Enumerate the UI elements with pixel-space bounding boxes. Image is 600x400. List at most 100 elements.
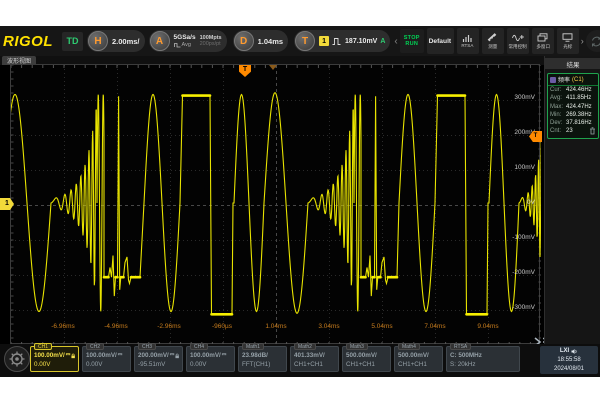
trigger-level-value: 187.10mV bbox=[345, 38, 377, 45]
math2-expr: CH1+CH1 bbox=[294, 361, 335, 368]
volt-label: 300mV bbox=[501, 94, 535, 101]
measurement-row: Min:269.38Hz bbox=[548, 111, 598, 119]
measurement-row: Cur:424.46Hz bbox=[548, 86, 598, 94]
math1-expr: FFT(CH1) bbox=[242, 361, 283, 368]
multi-window-button[interactable]: 多窗口 bbox=[532, 28, 554, 54]
time-label: 1.04ms bbox=[256, 323, 296, 330]
time-label: 5.04ms bbox=[362, 323, 402, 330]
common-controls-button[interactable]: 常用控制 bbox=[507, 28, 529, 54]
volt-label: -100mV bbox=[501, 234, 535, 241]
acquire-knob[interactable]: A bbox=[150, 31, 170, 51]
waveform-plot[interactable]: -6.96ms -4.96ms -2.96ms -960µs 1.04ms 3.… bbox=[10, 64, 540, 344]
circular-arrows-icon bbox=[590, 35, 600, 48]
oscilloscope-screen: RIGOL TD H 2.00ms/ A 5GSa/s Avg 100Mpts … bbox=[0, 26, 600, 377]
trigger-sweep-mode: A bbox=[380, 38, 385, 45]
delay-value: 1.04ms bbox=[258, 37, 283, 46]
center-delay-marker bbox=[269, 65, 277, 70]
math-box-math4[interactable]: Math4 500.00mV/ CH1+CH1 bbox=[394, 346, 443, 372]
mode-badge[interactable]: TD bbox=[62, 32, 83, 51]
math-tab: Math4 bbox=[398, 343, 420, 350]
collapse-chevron-icon[interactable]: ‹ bbox=[394, 36, 397, 47]
channel-tab: CH1 bbox=[34, 343, 52, 350]
ch4-scale: 100.00mV/ bbox=[190, 352, 221, 359]
math3-expr: CH1+CH1 bbox=[346, 361, 387, 368]
system-status-box[interactable]: LXI 18:55:58 2024/08/01 bbox=[540, 346, 598, 374]
channel-box-ch4[interactable]: CH4 100.00mV/⎓ 0.00V bbox=[186, 346, 235, 372]
channel-tab: CH4 bbox=[190, 343, 208, 350]
acquire-mode-icon bbox=[174, 42, 181, 48]
top-status-bar: RIGOL TD H 2.00ms/ A 5GSa/s Avg 100Mpts … bbox=[0, 26, 600, 56]
waveform-canvas bbox=[11, 65, 541, 345]
dc-coupling-icon: ⎓ bbox=[170, 352, 174, 359]
trigger-group[interactable]: T 1 187.10mV A bbox=[294, 30, 390, 52]
dc-coupling-icon: ⎓ bbox=[222, 352, 226, 359]
channel-box-ch3[interactable]: CH3 200.00mV/⎓ -95.51mV bbox=[134, 346, 183, 372]
acquire-mode: Avg bbox=[174, 42, 196, 48]
trigger-knob[interactable]: T bbox=[295, 31, 315, 51]
delay-group[interactable]: D 1.04ms bbox=[233, 30, 288, 52]
channel-box-ch2[interactable]: CH2 100.00mV/⎓ 0.00V bbox=[82, 346, 131, 372]
acquire-rate-col: 5GSa/s Avg bbox=[174, 34, 196, 47]
math-box-math3[interactable]: Math3 500.00mV/ CH1+CH1 bbox=[342, 346, 391, 372]
volt-label: -300mV bbox=[501, 304, 535, 311]
math3-scale: 500.00mV/ bbox=[346, 352, 387, 359]
math-box-math2[interactable]: Math2 401.33mV/ CH1+CH1 bbox=[290, 346, 339, 372]
acquire-group[interactable]: A 5GSa/s Avg 100Mpts 200ps/pt bbox=[149, 30, 227, 52]
rigol-logo: RIGOL bbox=[3, 33, 57, 50]
rtsa-button[interactable]: RTSA bbox=[457, 28, 479, 54]
ch2-offset: 0.00V bbox=[86, 361, 127, 368]
rtsa-span: S: 20kHz bbox=[450, 361, 516, 368]
rtsa-box[interactable]: RTSA C: 500MHz S: 20kHz bbox=[446, 346, 520, 372]
ruler-icon bbox=[487, 33, 498, 42]
time-label: -6.96ms bbox=[43, 323, 83, 330]
math1-scale: 23.98dB/ bbox=[242, 352, 283, 359]
measurement-name: 频率 bbox=[558, 75, 570, 84]
measurement-card-frequency[interactable]: 频率 (C1) Cur:424.46Hz Avg:411.85Hz Max:42… bbox=[547, 73, 599, 139]
volt-label: 100mV bbox=[501, 164, 535, 171]
measure-button[interactable]: 测量 bbox=[482, 28, 504, 54]
more-chevron-icon[interactable]: › bbox=[581, 36, 584, 46]
system-time: 18:55:58 bbox=[540, 356, 598, 365]
measurement-type-icon bbox=[550, 77, 556, 83]
measurement-card-header: 频率 (C1) bbox=[548, 74, 598, 86]
cursor-button[interactable]: 光标 bbox=[557, 28, 579, 54]
measurement-row: Max:424.47Hz bbox=[548, 103, 598, 111]
time-label: 7.04ms bbox=[415, 323, 455, 330]
measurement-source: (C1) bbox=[572, 77, 584, 83]
volt-label: 0V bbox=[501, 199, 535, 206]
math-tab: Math3 bbox=[346, 343, 368, 350]
default-button[interactable]: Default bbox=[427, 28, 454, 54]
math2-scale: 401.33mV/ bbox=[294, 352, 335, 359]
math4-scale: 500.00mV/ bbox=[398, 352, 439, 359]
math4-expr: CH1+CH1 bbox=[398, 361, 439, 368]
math-tab: Math2 bbox=[294, 343, 316, 350]
rtsa-tab: RTSA bbox=[450, 343, 471, 350]
trigger-source-badge: 1 bbox=[319, 36, 329, 46]
trigger-type-icon bbox=[332, 37, 341, 46]
math-tab: Math1 bbox=[242, 343, 264, 350]
dc-coupling-icon: ⎓ bbox=[118, 352, 122, 359]
sample-resolution: 200ps/pt bbox=[200, 41, 222, 47]
sample-rate: 5GSa/s bbox=[174, 34, 196, 41]
monitor-icon bbox=[562, 33, 573, 42]
ch3-offset: -95.51mV bbox=[138, 361, 179, 368]
delay-knob[interactable]: D bbox=[234, 31, 254, 51]
horizontal-knob[interactable]: H bbox=[88, 31, 108, 51]
math-box-math1[interactable]: Math1 23.98dB/ FFT(CH1) bbox=[238, 346, 287, 372]
volt-label: 200mV bbox=[501, 129, 535, 136]
measurement-row: Avg:411.85Hz bbox=[548, 94, 598, 102]
horizontal-group[interactable]: H 2.00ms/ bbox=[87, 30, 145, 52]
delete-measurement-icon[interactable] bbox=[589, 127, 596, 137]
ch2-scale: 100.00mV/ bbox=[86, 352, 117, 359]
system-date: 2024/08/01 bbox=[540, 365, 598, 374]
channel-box-ch1[interactable]: CH1 100.00mV/⎓ 0.00V bbox=[30, 346, 79, 372]
run-stop-button[interactable]: STOP RUN bbox=[400, 29, 424, 53]
lock-icon bbox=[175, 353, 179, 359]
channel-tab: CH2 bbox=[86, 343, 104, 350]
settings-gear-button[interactable] bbox=[4, 346, 30, 372]
timebase-value: 2.00ms/ bbox=[112, 37, 140, 46]
time-label: 9.04ms bbox=[468, 323, 508, 330]
results-title: 结果 bbox=[545, 58, 600, 69]
sync-button[interactable] bbox=[586, 30, 600, 52]
ch4-offset: 0.00V bbox=[190, 361, 231, 368]
